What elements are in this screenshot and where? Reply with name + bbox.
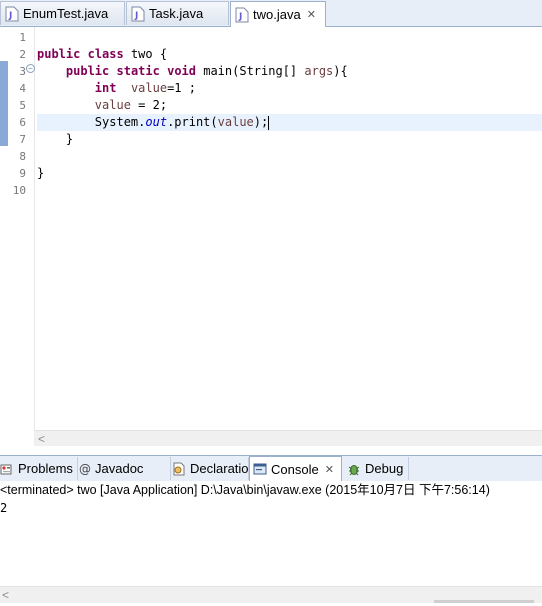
close-icon[interactable]: ✕ [325,463,334,476]
code-token: } [37,166,45,180]
svg-text:J: J [8,11,12,21]
variable-token: args [304,64,334,78]
line-number: 1 [19,31,26,44]
close-icon[interactable]: ✕ [307,8,316,21]
keyword-token: public [37,47,81,61]
line-number: 9 [19,167,26,180]
editor-horizontal-scrollbar[interactable]: < [34,430,542,447]
line-number-gutter: 1 2 3 4 5 6 7 8 9 10 [9,27,35,432]
code-editor[interactable]: 1 2 3 4 5 6 7 8 9 10 − public class two { public … [0,27,542,432]
keyword-token: static [116,64,160,78]
code-line[interactable]: value = 2; [37,97,167,114]
fold-collapse-icon[interactable]: − [26,64,35,73]
view-tab-strip: Problems @ Javadoc Declaration Console ✕… [0,455,542,482]
tab-declaration[interactable]: Declaration [172,457,256,480]
code-token: =1 ; [167,81,196,95]
tab-label: Javadoc [95,461,144,476]
bug-icon [347,462,361,476]
at-icon: @ [79,462,91,476]
code-line[interactable]: public class two { [37,46,167,63]
tab-label: Problems [18,461,73,476]
code-line[interactable]: } [37,131,73,148]
code-token: ); [253,115,269,129]
tab-label: two.java [253,7,301,22]
sash [0,446,542,455]
editor-tab-strip: J EnumTest.java J Task.java J two.java ✕ [0,0,542,27]
code-line[interactable]: int value=1 ; [37,80,196,97]
code-token: two { [123,47,168,61]
text-caret [268,115,270,130]
line-number: 10 [12,184,26,197]
scroll-left-icon[interactable]: < [2,587,9,603]
line-number: 2 [19,48,26,61]
tab-enumtest-java[interactable]: J EnumTest.java [0,1,125,25]
line-number: 3 [19,65,26,78]
console-status: <terminated> two [Java Application] D:\J… [0,481,542,499]
java-file-icon: J [5,6,19,22]
keyword-token: void [167,64,196,78]
tab-label: Task.java [149,6,204,21]
tab-label: EnumTest.java [23,6,109,21]
variable-token: value [217,115,254,129]
scroll-thumb[interactable] [434,600,534,603]
code-token: .print( [167,115,218,129]
code-line[interactable]: } [37,165,44,182]
tab-label: Declaration [190,461,256,476]
keyword-token: int [94,81,117,95]
tab-problems[interactable]: Problems [0,457,78,480]
line-number: 4 [19,82,26,95]
code-token: main(String[] [196,64,305,78]
scroll-left-icon[interactable]: < [38,431,45,447]
svg-text:J: J [238,12,242,22]
line-number: 6 [19,116,26,129]
line-number: 8 [19,150,26,163]
tab-label: Console [271,461,319,477]
tab-label: Debug [365,461,404,476]
java-file-icon: J [235,7,249,23]
tab-console[interactable]: Console ✕ [249,456,342,481]
code-token: = 2; [130,98,168,112]
code-token: } [37,132,74,146]
variable-token: value [130,81,168,95]
console-icon [253,462,267,476]
line-number: 7 [19,133,26,146]
code-token: System. [37,115,146,129]
keyword-token: class [87,47,124,61]
console-horizontal-scrollbar[interactable]: < [0,586,542,603]
tab-javadoc[interactable]: @ Javadoc [79,457,171,480]
tab-two-java[interactable]: J two.java ✕ [230,1,326,27]
line-number: 5 [19,99,26,112]
code-line[interactable]: public static void main(String[] args){ [37,63,348,80]
tab-debug[interactable]: Debug [343,457,409,480]
console-output[interactable]: 2 [0,501,7,515]
declaration-icon [172,462,186,476]
variable-token: value [94,98,131,112]
field-token: out [145,115,168,129]
svg-text:J: J [134,11,138,21]
keyword-token: public [65,64,110,78]
java-file-icon: J [131,6,145,22]
code-line[interactable]: System.out.print(value); [37,114,270,131]
problems-icon [0,462,14,476]
tab-task-java[interactable]: J Task.java [126,1,229,25]
svg-text:@: @ [79,462,91,476]
code-token: ){ [333,64,348,78]
